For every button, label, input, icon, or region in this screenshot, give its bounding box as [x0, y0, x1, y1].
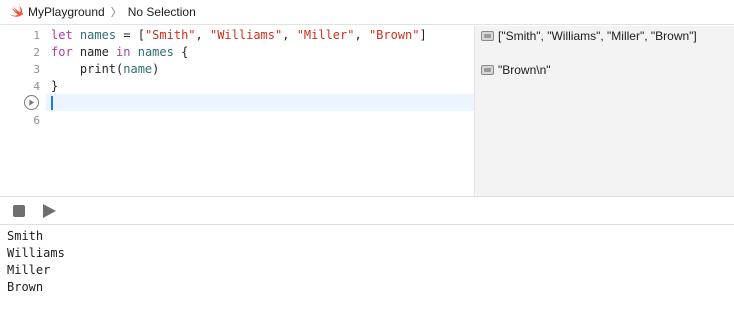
code-string: "Brown": [368, 28, 420, 42]
results-sidebar: ["Smith", "Williams", "Miller", "Brown"]…: [474, 26, 734, 196]
code-text: ): [152, 62, 160, 76]
result-value: ["Smith", "Williams", "Miller", "Brown"]: [498, 28, 697, 43]
line-number: 3: [33, 63, 40, 76]
console-line: Brown: [7, 280, 44, 294]
console-line: Miller: [7, 263, 51, 277]
code-keyword: in: [116, 45, 131, 59]
code-text: print(: [51, 62, 124, 76]
code-text: }: [51, 79, 59, 93]
code-text: ]: [419, 28, 427, 42]
stop-icon[interactable]: [13, 205, 25, 217]
play-circle-icon[interactable]: [24, 95, 39, 110]
code-editor[interactable]: 1 2 3 4 6 let names = ["Smith", "William…: [0, 26, 474, 196]
code-identifier: names: [137, 45, 174, 59]
debug-bar: [0, 196, 734, 225]
breadcrumb-project[interactable]: MyPlayground: [28, 5, 105, 19]
current-line-highlight: [46, 94, 474, 111]
code-keyword: for: [51, 45, 73, 59]
quick-look-icon[interactable]: [481, 30, 494, 41]
line-number-gutter: 1 2 3 4 6: [0, 26, 46, 196]
code-string: "Miller": [296, 28, 355, 42]
breadcrumb-selection[interactable]: No Selection: [128, 5, 196, 19]
result-row[interactable]: "Brown\n": [481, 61, 551, 78]
code-line[interactable]: print(name): [51, 61, 160, 78]
code-text: {: [173, 45, 189, 59]
code-keyword: let: [51, 28, 73, 42]
line-number: 2: [33, 46, 40, 59]
result-value: "Brown\n": [498, 62, 551, 77]
code-text: name: [72, 45, 117, 59]
console-output[interactable]: Smith Williams Miller Brown: [0, 226, 734, 328]
console-line: Williams: [7, 246, 65, 260]
code-text: ,: [354, 28, 369, 42]
line-number: 6: [33, 114, 40, 127]
code-line[interactable]: for name in names {: [51, 44, 188, 61]
code-line[interactable]: }: [51, 78, 58, 95]
swift-icon: [9, 5, 23, 19]
code-text: ,: [282, 28, 297, 42]
line-number: 4: [33, 80, 40, 93]
code-string: "Smith": [144, 28, 196, 42]
line-number: 1: [33, 29, 40, 42]
result-row[interactable]: ["Smith", "Williams", "Miller", "Brown"]: [481, 27, 697, 44]
code-text: ,: [195, 28, 210, 42]
quick-look-icon[interactable]: [481, 64, 494, 75]
jump-bar: MyPlayground 〉 No Selection: [0, 0, 734, 25]
code-string: "Williams": [209, 28, 283, 42]
code-identifier: name: [123, 62, 153, 76]
text-cursor: [51, 96, 53, 110]
code-identifier: names: [79, 28, 117, 42]
play-icon[interactable]: [43, 204, 56, 218]
code-text: = [: [116, 28, 145, 42]
console-line: Smith: [7, 229, 44, 243]
code-line[interactable]: let names = ["Smith", "Williams", "Mille…: [51, 27, 427, 44]
breadcrumb-separator-icon: 〉: [110, 7, 122, 19]
